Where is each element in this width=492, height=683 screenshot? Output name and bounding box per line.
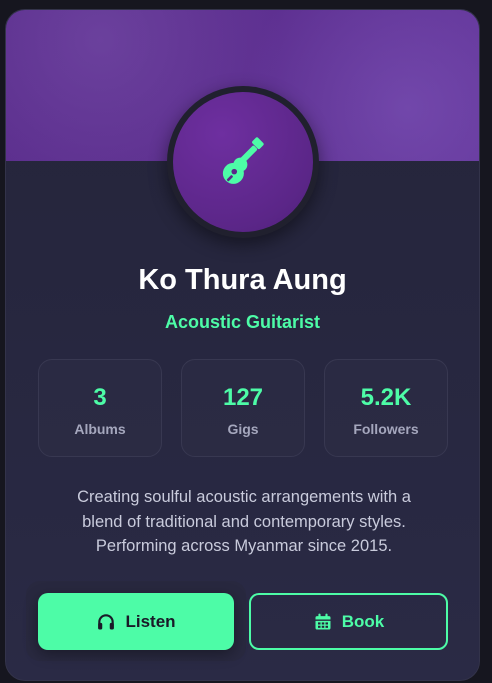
stat-gigs: 127 Gigs bbox=[181, 359, 305, 457]
headphones-icon bbox=[98, 613, 115, 629]
stats-row: 3 Albums 127 Gigs 5.2K Followers bbox=[38, 359, 448, 457]
bio-line: blend of traditional and contemporary st… bbox=[82, 512, 406, 531]
stat-gigs-label: Gigs bbox=[227, 421, 259, 437]
stat-albums: 3 Albums bbox=[38, 359, 162, 457]
profile-card: Ko Thura Aung Acoustic Guitarist 3 Album… bbox=[5, 9, 480, 681]
listen-button-label: Listen bbox=[125, 611, 176, 631]
guitar-icon bbox=[222, 137, 264, 184]
avatar bbox=[173, 92, 313, 232]
stat-albums-value: 3 bbox=[93, 384, 107, 411]
stat-followers-label: Followers bbox=[353, 421, 419, 437]
avatar-ring bbox=[167, 86, 319, 238]
bio-line: Performing across Myanmar since 2015. bbox=[95, 537, 393, 555]
profile-name: Ko Thura Aung bbox=[138, 264, 347, 296]
book-button[interactable]: Book bbox=[249, 593, 448, 650]
stat-followers-value: 5.2K bbox=[360, 384, 412, 411]
bio-line: Creating soulful acoustic arrangements w… bbox=[77, 488, 411, 506]
profile-bio: Creating soulful acoustic arrangements w… bbox=[46, 485, 442, 559]
stat-followers: 5.2K Followers bbox=[324, 359, 448, 457]
stat-gigs-value: 127 bbox=[222, 384, 264, 411]
calendar-icon bbox=[315, 613, 331, 629]
listen-button[interactable]: Listen bbox=[38, 593, 234, 650]
book-button-label: Book bbox=[341, 611, 385, 631]
stat-albums-label: Albums bbox=[74, 421, 126, 437]
profile-role: Acoustic Guitarist bbox=[164, 312, 321, 332]
